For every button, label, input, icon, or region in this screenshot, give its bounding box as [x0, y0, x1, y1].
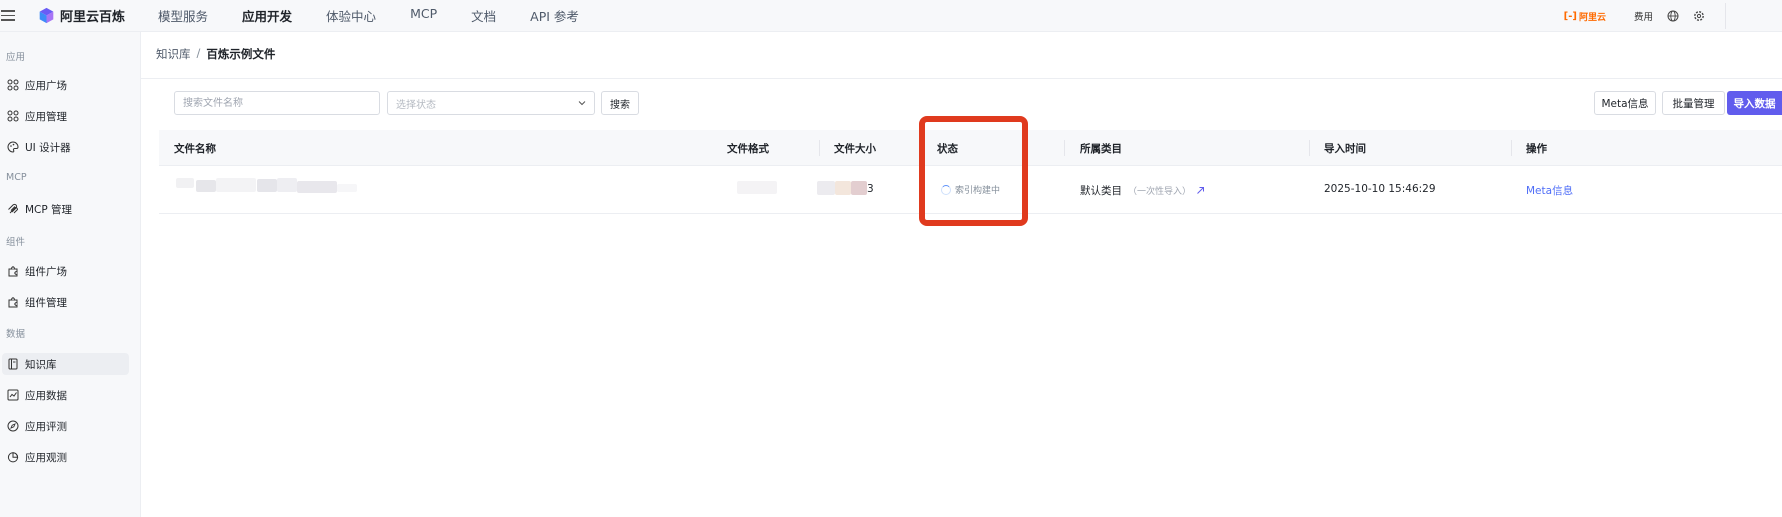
sidebar-item-label: 应用评测	[25, 420, 67, 433]
category-name: 默认类目	[1080, 185, 1122, 197]
sidebar-item-knowledge-base[interactable]: 知识库	[2, 353, 129, 375]
column-header-format: 文件格式	[727, 143, 769, 155]
sidebar-item-app-data[interactable]: 应用数据	[2, 384, 129, 406]
sidebar-item-app-management[interactable]: 应用管理	[2, 105, 129, 127]
sidebar-item-label: 组件管理	[25, 296, 67, 309]
aliyun-badge-label: 阿里云	[1578, 12, 1606, 23]
search-input[interactable]	[174, 91, 380, 115]
column-header-import-time: 导入时间	[1324, 143, 1366, 155]
redacted-format	[737, 181, 777, 194]
top-nav: 模型服务 应用开发 体验中心 MCP 文档 API 参考	[158, 6, 613, 25]
top-right-tools: [-] 阿里云 费用	[1564, 0, 1782, 32]
logo-text: 阿里云百炼	[60, 10, 126, 25]
status-select-placeholder: 选择状态	[396, 99, 436, 111]
apps-icon	[7, 79, 19, 91]
top-bar: 阿里云百炼 模型服务 应用开发 体验中心 MCP 文档 API 参考 [-] 阿里…	[0, 0, 1782, 32]
plugin-icon	[8, 266, 18, 277]
chart-icon	[7, 389, 19, 401]
sidebar-item-label: UI 设计器	[25, 141, 71, 154]
sidebar-item-label: MCP 管理	[25, 203, 73, 216]
sidebar-item-label: 组件广场	[25, 265, 67, 278]
top-divider	[1725, 3, 1726, 29]
category-cell: 默认类目 （一次性导入）	[1080, 183, 1205, 198]
search-button[interactable]: 搜索	[601, 91, 639, 115]
globe-icon[interactable]	[1667, 10, 1679, 22]
top-nav-app-dev[interactable]: 应用开发	[242, 6, 292, 25]
chevron-down-icon	[578, 101, 586, 106]
column-divider	[1511, 140, 1512, 156]
menu-icon[interactable]	[0, 5, 22, 27]
sidebar-item-component-management[interactable]: 组件管理	[2, 291, 129, 313]
palette-icon	[7, 141, 19, 153]
pie-icon	[7, 452, 19, 463]
column-header-name: 文件名称	[174, 143, 216, 155]
sidebar-item-app-evaluation[interactable]: 应用评测	[2, 415, 129, 437]
meta-info-link[interactable]: Meta信息	[1526, 183, 1573, 198]
page-title: 百炼示例文件	[206, 47, 276, 61]
logo[interactable]: 阿里云百炼	[38, 6, 125, 25]
top-nav-model-service[interactable]: 模型服务	[158, 6, 208, 25]
column-divider	[819, 140, 820, 156]
sidebar-group-data: 数据	[6, 329, 26, 340]
breadcrumb: 知识库 / 百炼示例文件	[156, 46, 275, 62]
sidebar-item-component-plaza[interactable]: 组件广场	[2, 260, 129, 282]
column-header-size: 文件大小	[834, 143, 876, 155]
gear-icon[interactable]	[1693, 10, 1705, 22]
aliyun-badge[interactable]: [-] 阿里云	[1564, 10, 1606, 23]
fees-link[interactable]: 费用	[1634, 9, 1653, 23]
header-divider	[141, 78, 1782, 79]
sidebar-group-apps: 应用	[6, 52, 26, 63]
apps-icon	[7, 110, 19, 122]
external-link-icon[interactable]	[1196, 186, 1205, 195]
sidebar-item-label: 知识库	[25, 358, 57, 371]
sidebar-item-label: 应用数据	[25, 389, 67, 402]
top-nav-docs[interactable]: 文档	[471, 6, 496, 25]
sidebar-item-label: 应用观测	[25, 451, 67, 464]
aliyun-bracket-icon: [-]	[1563, 10, 1577, 22]
sidebar: 应用 应用广场 应用管理 UI 设计器 MCP MCP 管理 组件 组件广场 组…	[0, 32, 141, 517]
import-data-button[interactable]: 导入数据	[1727, 91, 1782, 115]
mcp-icon	[8, 203, 19, 214]
import-time-cell: 2025-10-10 15:46:29	[1324, 183, 1436, 195]
compass-icon	[7, 420, 19, 432]
plugin-icon	[8, 297, 18, 308]
sidebar-item-app-observability[interactable]: 应用观测	[2, 446, 129, 468]
file-size-suffix: 3	[867, 183, 874, 195]
column-divider	[1064, 140, 1065, 156]
sidebar-item-app-plaza[interactable]: 应用广场	[2, 74, 129, 96]
top-nav-mcp[interactable]: MCP	[410, 6, 437, 25]
status-select[interactable]: 选择状态	[387, 91, 595, 115]
sidebar-item-mcp-management[interactable]: MCP 管理	[2, 198, 129, 220]
top-nav-api-reference[interactable]: API 参考	[530, 6, 579, 25]
sidebar-item-ui-designer[interactable]: UI 设计器	[2, 136, 129, 158]
column-header-actions: 操作	[1526, 143, 1547, 155]
column-divider	[1309, 140, 1310, 156]
status-highlight-box	[919, 116, 1028, 226]
sidebar-item-label: 应用管理	[25, 110, 67, 123]
batch-manage-button[interactable]: 批量管理	[1662, 91, 1725, 115]
meta-info-button[interactable]: Meta信息	[1594, 91, 1656, 115]
book-icon	[8, 358, 18, 370]
sidebar-group-components: 组件	[6, 237, 26, 248]
bailian-logo-icon	[39, 7, 54, 24]
breadcrumb-separator: /	[196, 46, 201, 60]
top-nav-experience[interactable]: 体验中心	[326, 6, 376, 25]
breadcrumb-knowledge-base[interactable]: 知识库	[156, 46, 191, 62]
sidebar-item-label: 应用广场	[25, 79, 67, 92]
sidebar-group-mcp: MCP	[6, 172, 27, 183]
category-note: （一次性导入）	[1128, 187, 1192, 197]
column-header-category: 所属类目	[1080, 143, 1122, 155]
